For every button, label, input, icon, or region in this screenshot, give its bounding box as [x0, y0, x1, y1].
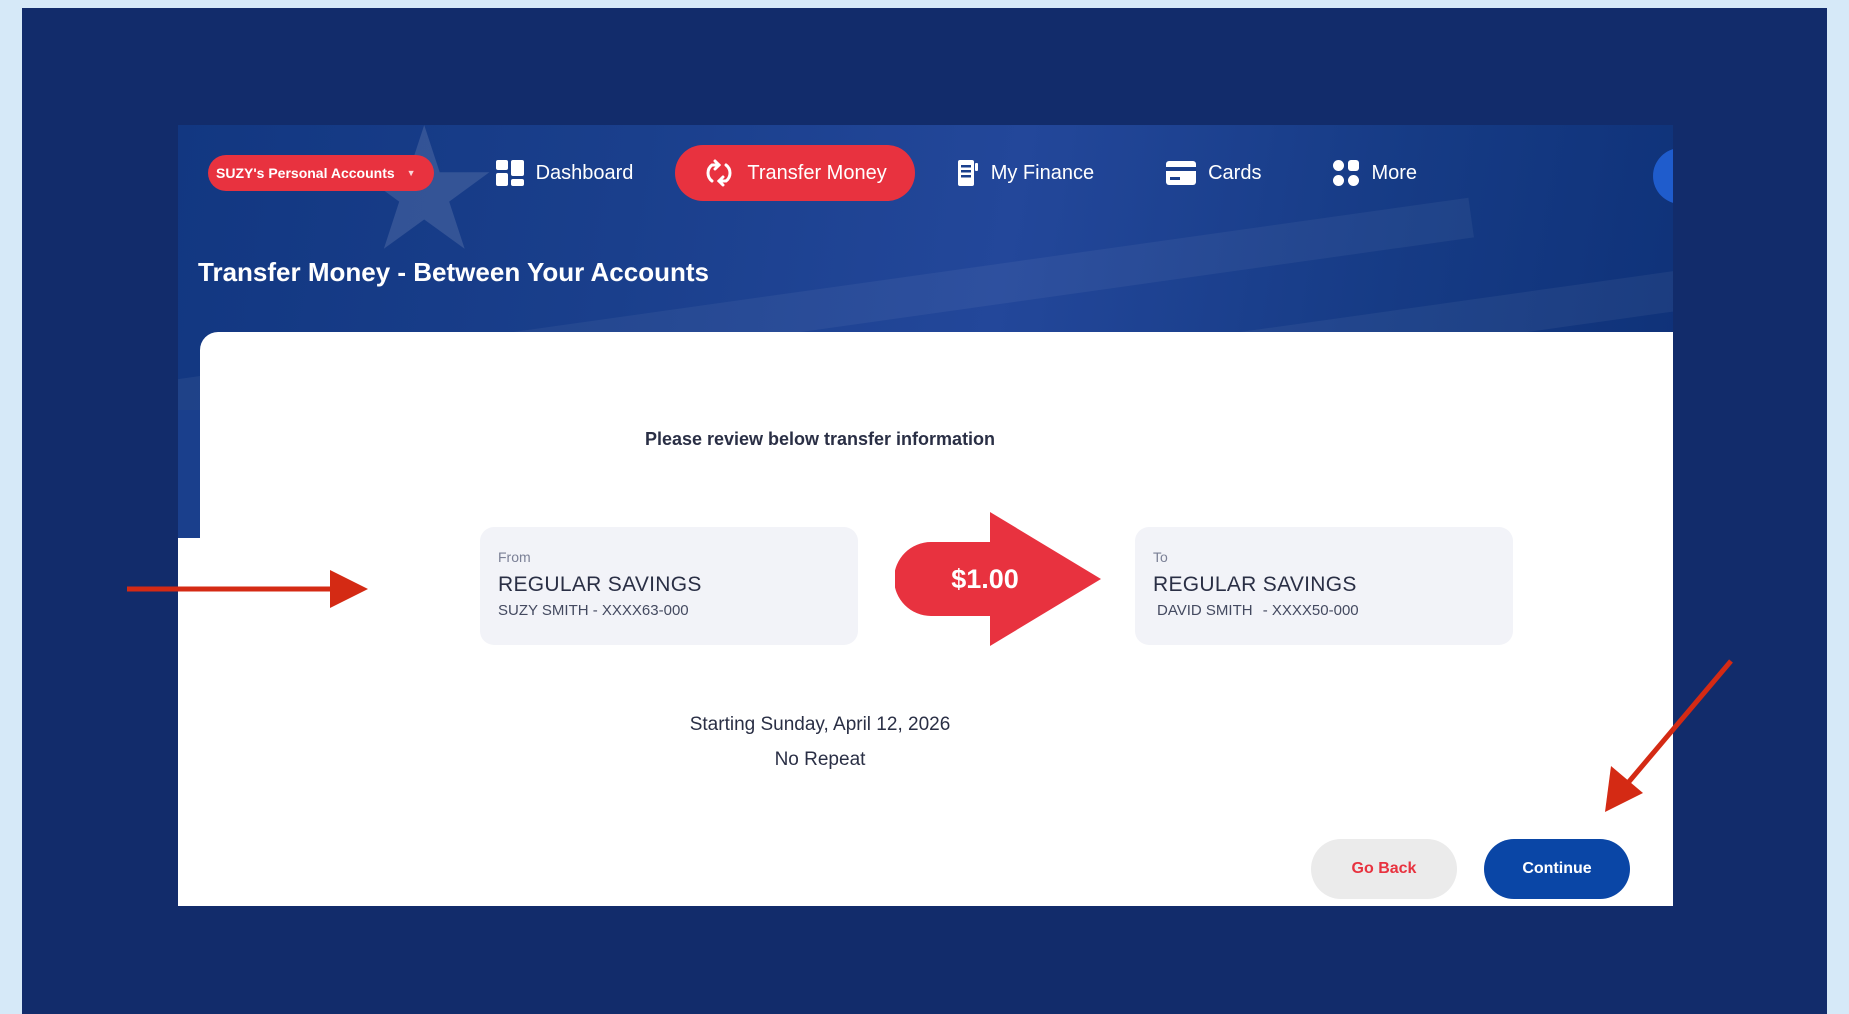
nav-transfer-money[interactable]: Transfer Money	[675, 145, 915, 201]
transfer-icon	[703, 159, 735, 187]
to-account-number: - XXXX50-000	[1262, 602, 1359, 619]
card-icon	[1166, 161, 1197, 185]
nav-transfer-money-label: Transfer Money	[747, 161, 887, 184]
nav-cards-label: Cards	[1208, 161, 1262, 184]
go-back-button[interactable]: Go Back	[1311, 839, 1457, 899]
to-account-owner: DAVID SMITH	[1157, 602, 1253, 619]
nav-more[interactable]: More	[1333, 160, 1417, 186]
transfer-amount-arrow: $1.00	[895, 512, 1101, 646]
from-account-details: SUZY SMITH - XXXX63-000	[498, 602, 840, 619]
to-account-name: REGULAR SAVINGS	[1153, 573, 1357, 596]
from-account-box: From REGULAR SAVINGS SUZY SMITH - XXXX63…	[480, 527, 858, 645]
banner-edge	[178, 410, 200, 538]
banking-app: SUZY's Personal Accounts ▼ Dashboard Tra…	[178, 125, 1673, 906]
top-nav: SUZY's Personal Accounts ▼ Dashboard Tra…	[208, 145, 1673, 201]
nav-my-finance[interactable]: My Finance	[957, 159, 1094, 187]
page-title: Transfer Money - Between Your Accounts	[198, 257, 709, 287]
from-label: From	[498, 549, 531, 565]
to-label: To	[1153, 549, 1168, 565]
finance-icon	[957, 159, 979, 187]
nav-more-label: More	[1371, 161, 1418, 184]
chevron-down-icon: ▼	[406, 168, 416, 178]
from-account-number: - XXXX63-000	[592, 602, 689, 619]
nav-cards[interactable]: Cards	[1166, 161, 1261, 185]
continue-button[interactable]: Continue	[1484, 839, 1630, 899]
nav-dashboard[interactable]: Dashboard	[495, 160, 634, 186]
from-account-name: REGULAR SAVINGS	[498, 573, 702, 596]
schedule-start: Starting Sunday, April 12, 2026	[689, 714, 951, 735]
review-instruction: Please review below transfer information	[644, 429, 996, 449]
dashboard-icon	[495, 160, 524, 186]
to-account-details: DAVID SMITH - XXXX50-000	[1153, 602, 1495, 619]
nav-my-finance-label: My Finance	[990, 161, 1095, 184]
more-icon	[1333, 160, 1360, 186]
from-account-owner: SUZY SMITH	[498, 602, 589, 619]
schedule-repeat: No Repeat	[774, 749, 866, 770]
account-switcher[interactable]: SUZY's Personal Accounts ▼	[208, 155, 434, 191]
review-card: Please review below transfer information…	[200, 332, 1673, 906]
account-switcher-label: SUZY's Personal Accounts	[216, 165, 395, 181]
nav-dashboard-label: Dashboard	[535, 161, 634, 184]
to-account-box: To REGULAR SAVINGS DAVID SMITH - XXXX50-…	[1135, 527, 1513, 645]
transfer-amount: $1.00	[951, 563, 1019, 594]
